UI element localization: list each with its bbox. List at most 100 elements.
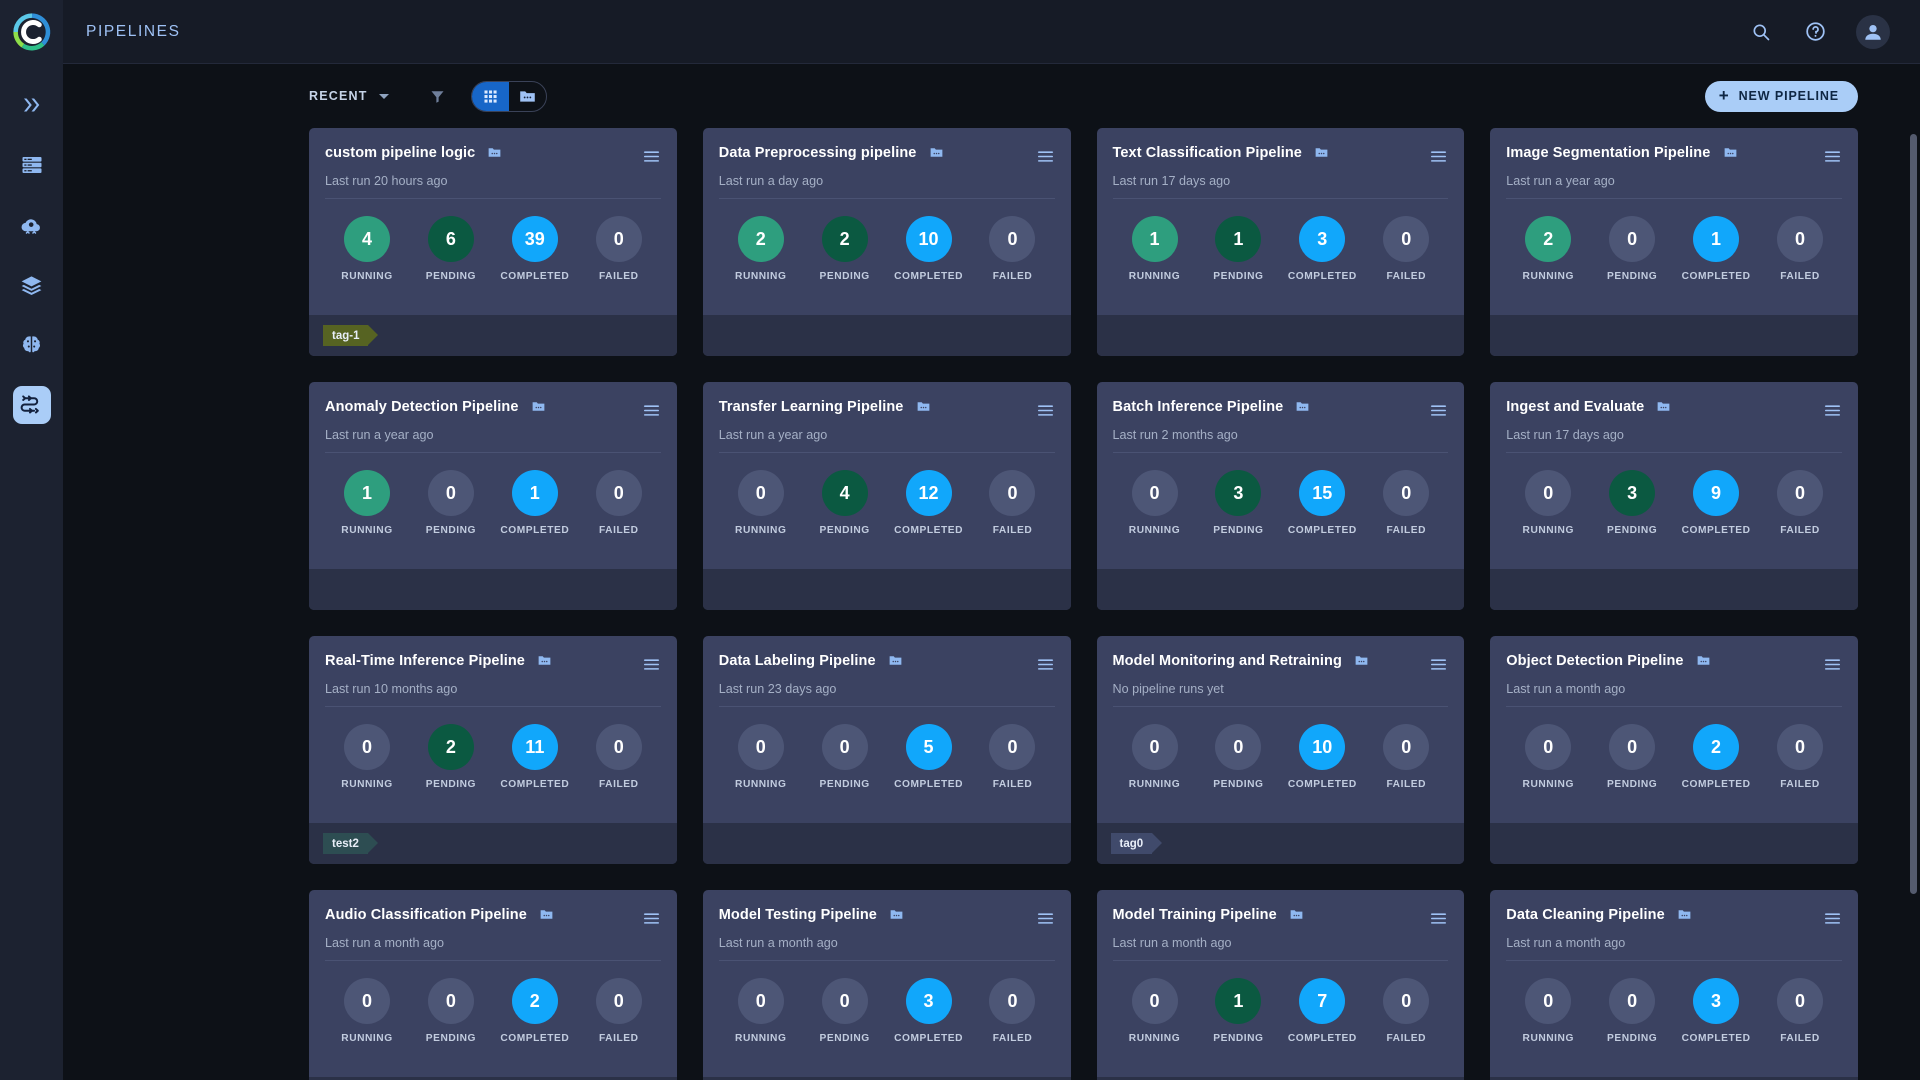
folder-dots-icon[interactable] [1295, 399, 1310, 414]
filter-button[interactable] [429, 88, 446, 105]
stat-value: 2 [1693, 724, 1739, 770]
pipeline-menu-button[interactable] [1036, 907, 1055, 928]
folder-dots-icon[interactable] [929, 145, 944, 160]
stat-value: 39 [512, 216, 558, 262]
pipeline-card[interactable]: Batch Inference Pipeline Last run 2 mont… [1097, 382, 1465, 610]
tag-label: tag-1 [332, 330, 359, 342]
pipeline-menu-button[interactable] [642, 145, 661, 166]
view-folder-button[interactable] [509, 82, 546, 111]
pipeline-tag[interactable]: tag0 [1111, 833, 1153, 854]
sort-dropdown[interactable]: RECENT [309, 89, 389, 103]
stat-label: FAILED [993, 1033, 1033, 1044]
sidebar-item-resources[interactable] [13, 146, 51, 184]
folder-dots-icon[interactable] [531, 399, 546, 414]
stat-failed: 0 FAILED [1768, 724, 1832, 790]
pipeline-title-text: Transfer Learning Pipeline [719, 399, 904, 415]
pipeline-card[interactable]: Data Labeling Pipeline Last run 23 days … [703, 636, 1071, 864]
pipeline-card[interactable]: Transfer Learning Pipeline Last run a ye… [703, 382, 1071, 610]
pipeline-tag[interactable]: tag-1 [323, 325, 368, 346]
folder-dots-icon[interactable] [916, 399, 931, 414]
pipeline-card[interactable]: Anomaly Detection Pipeline Last run a ye… [309, 382, 677, 610]
pipeline-menu-button[interactable] [1823, 399, 1842, 420]
avatar[interactable] [1856, 15, 1890, 49]
sidebar-item-runs[interactable] [13, 86, 51, 124]
stat-running: 0 RUNNING [1516, 470, 1580, 536]
folder-dots-icon[interactable] [1289, 907, 1304, 922]
new-pipeline-label: NEW PIPELINE [1739, 89, 1839, 103]
stat-completed: 10 COMPLETED [1290, 724, 1354, 790]
pipeline-menu-button[interactable] [1036, 653, 1055, 674]
pipeline-menu-button[interactable] [642, 653, 661, 674]
pipeline-title: Text Classification Pipeline [1113, 145, 1330, 162]
pipeline-card[interactable]: Image Segmentation Pipeline Last run a y… [1490, 128, 1858, 356]
folder-dots-icon[interactable] [1723, 145, 1738, 160]
pipeline-menu-button[interactable] [1429, 653, 1448, 674]
folder-dots-icon[interactable] [1314, 145, 1329, 160]
pipeline-menu-button[interactable] [1823, 145, 1842, 166]
pipeline-menu-button[interactable] [1429, 907, 1448, 928]
folder-dots-icon[interactable] [1677, 907, 1692, 922]
pipeline-card[interactable]: Model Monitoring and Retraining No pipel… [1097, 636, 1465, 864]
pipeline-menu-button[interactable] [1036, 145, 1055, 166]
pipeline-stats: 2 RUNNING 0 PENDING 1 COMPLETED 0 FAILED [1506, 199, 1842, 282]
pipeline-card[interactable]: Model Testing Pipeline Last run a month … [703, 890, 1071, 1080]
pipeline-menu-button[interactable] [642, 399, 661, 420]
folder-dots-icon[interactable] [537, 653, 552, 668]
pipeline-tag[interactable]: test2 [323, 833, 368, 854]
pipeline-stats: 2 RUNNING 2 PENDING 10 COMPLETED 0 FAILE… [719, 199, 1055, 282]
pipeline-title-text: Audio Classification Pipeline [325, 907, 527, 923]
pipeline-card[interactable]: Text Classification Pipeline Last run 17… [1097, 128, 1465, 356]
pipeline-card-header: Data Cleaning Pipeline [1506, 907, 1842, 928]
pipeline-menu-button[interactable] [1429, 145, 1448, 166]
pipeline-card-body: Transfer Learning Pipeline Last run a ye… [703, 382, 1071, 569]
stat-completed: 5 COMPLETED [897, 724, 961, 790]
pipeline-title: Real-Time Inference Pipeline [325, 653, 552, 670]
pipeline-stats: 4 RUNNING 6 PENDING 39 COMPLETED 0 FAILE… [325, 199, 661, 282]
pipeline-title: Data Cleaning Pipeline [1506, 907, 1692, 924]
pipeline-menu-button[interactable] [1823, 653, 1842, 674]
stat-completed: 39 COMPLETED [503, 216, 567, 282]
pipeline-flow-icon [19, 393, 44, 418]
pipeline-card-footer: tag-1 [309, 315, 677, 356]
stat-value: 0 [1215, 724, 1261, 770]
pipeline-card-body: Batch Inference Pipeline Last run 2 mont… [1097, 382, 1465, 569]
stat-label: RUNNING [341, 1033, 392, 1044]
sidebar-item-models[interactable] [13, 326, 51, 364]
pipeline-card[interactable]: Ingest and Evaluate Last run 17 days ago… [1490, 382, 1858, 610]
vertical-scrollbar[interactable] [1910, 134, 1917, 894]
pipeline-card-header: Real-Time Inference Pipeline [325, 653, 661, 674]
sidebar-item-deployments[interactable] [13, 206, 51, 244]
pipeline-card[interactable]: Audio Classification Pipeline Last run a… [309, 890, 677, 1080]
search-icon[interactable] [1748, 19, 1774, 45]
folder-dots-icon[interactable] [1354, 653, 1369, 668]
sidebar-item-stacks[interactable] [13, 266, 51, 304]
stat-completed: 3 COMPLETED [1290, 216, 1354, 282]
folder-dots-icon[interactable] [888, 653, 903, 668]
pipeline-menu-button[interactable] [1823, 907, 1842, 928]
help-circle-icon[interactable] [1802, 19, 1828, 45]
folder-dots-icon[interactable] [1696, 653, 1711, 668]
folder-dots-icon [537, 653, 552, 668]
pipeline-card[interactable]: Object Detection Pipeline Last run a mon… [1490, 636, 1858, 864]
view-grid-button[interactable] [472, 82, 509, 111]
stat-label: COMPLETED [500, 779, 569, 790]
pipeline-menu-button[interactable] [1429, 399, 1448, 420]
pipeline-last-run: Last run a year ago [1506, 174, 1842, 199]
pipeline-card[interactable]: Data Preprocessing pipeline Last run a d… [703, 128, 1071, 356]
sidebar-item-pipelines[interactable] [13, 386, 51, 424]
app-logo[interactable] [0, 0, 63, 64]
pipeline-card[interactable]: custom pipeline logic Last run 20 hours … [309, 128, 677, 356]
stat-value: 0 [989, 724, 1035, 770]
pipeline-card[interactable]: Data Cleaning Pipeline Last run a month … [1490, 890, 1858, 1080]
folder-dots-icon[interactable] [889, 907, 904, 922]
new-pipeline-button[interactable]: + NEW PIPELINE [1705, 81, 1858, 112]
pipeline-card[interactable]: Real-Time Inference Pipeline Last run 10… [309, 636, 677, 864]
folder-dots-icon[interactable] [487, 145, 502, 160]
folder-dots-icon [1656, 399, 1671, 414]
pipeline-menu-button[interactable] [1036, 399, 1055, 420]
pipeline-card[interactable]: Model Training Pipeline Last run a month… [1097, 890, 1465, 1080]
folder-dots-icon[interactable] [539, 907, 554, 922]
pipeline-menu-button[interactable] [642, 907, 661, 928]
stat-label: PENDING [1213, 271, 1263, 282]
folder-dots-icon[interactable] [1656, 399, 1671, 414]
